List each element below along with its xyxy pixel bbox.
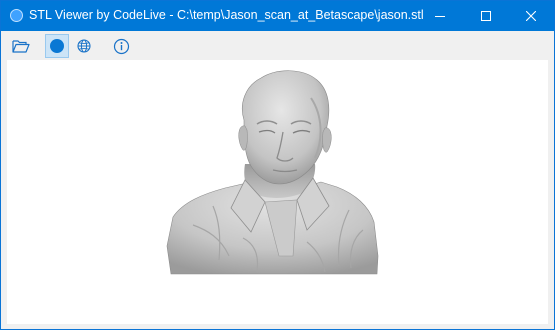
open-file-button[interactable] bbox=[9, 34, 33, 58]
close-button[interactable] bbox=[508, 1, 554, 31]
minimize-button[interactable] bbox=[417, 1, 463, 31]
toolbar bbox=[1, 31, 554, 60]
maximize-icon bbox=[481, 11, 491, 21]
title-bar[interactable]: STL Viewer by CodeLive - C:\temp\Jason_s… bbox=[1, 1, 554, 31]
info-icon bbox=[113, 38, 129, 54]
minimize-icon bbox=[435, 16, 445, 17]
window-title: STL Viewer by CodeLive - C:\temp\Jason_s… bbox=[29, 8, 424, 22]
app-icon bbox=[10, 9, 23, 22]
wireframe-globe-icon bbox=[77, 39, 91, 53]
3d-viewport[interactable] bbox=[7, 60, 548, 324]
close-icon bbox=[526, 11, 536, 21]
folder-open-icon bbox=[12, 40, 30, 53]
about-button[interactable] bbox=[109, 34, 133, 58]
solid-sphere-icon bbox=[50, 39, 64, 53]
solid-view-button[interactable] bbox=[45, 34, 69, 58]
maximize-button[interactable] bbox=[463, 1, 509, 31]
wireframe-view-button[interactable] bbox=[72, 34, 96, 58]
app-window: STL Viewer by CodeLive - C:\temp\Jason_s… bbox=[0, 0, 555, 330]
3d-bust-model[interactable] bbox=[7, 60, 548, 324]
